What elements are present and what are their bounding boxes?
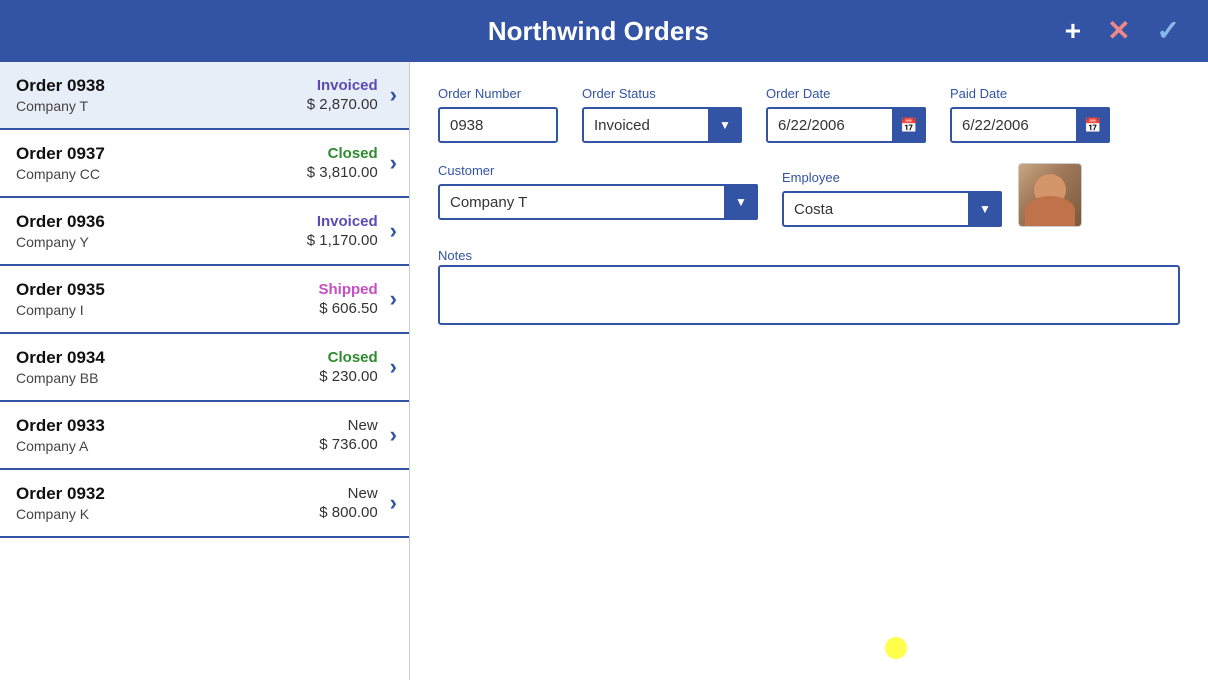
notes-section: Notes <box>438 247 1180 330</box>
order-status: Shipped <box>319 281 378 298</box>
notes-input[interactable] <box>438 265 1180 325</box>
order-info: Order 0935 Company I <box>16 280 319 318</box>
order-company: Company A <box>16 438 319 454</box>
close-button[interactable]: ✕ <box>1099 13 1138 49</box>
employee-group: Employee Costa Smith Johnson <box>782 170 1002 227</box>
order-company: Company BB <box>16 370 319 386</box>
chevron-right-icon: › <box>390 422 397 448</box>
order-name: Order 0937 <box>16 144 307 164</box>
add-button[interactable]: + <box>1057 13 1089 49</box>
order-right: New $ 800.00 <box>319 485 377 521</box>
order-amount: $ 3,810.00 <box>307 164 378 181</box>
order-status-select[interactable]: Invoiced New Shipped Closed <box>582 107 742 143</box>
employee-select[interactable]: Costa Smith Johnson <box>782 191 1002 227</box>
order-info: Order 0933 Company A <box>16 416 319 454</box>
cursor-indicator <box>885 637 907 659</box>
order-status: Invoiced <box>317 77 378 94</box>
order-company: Company K <box>16 506 319 522</box>
app-container: Northwind Orders + ✕ ✓ Order 0938 Compan… <box>0 0 1208 680</box>
order-right: Shipped $ 606.50 <box>319 281 378 317</box>
order-date-calendar-icon[interactable]: 📅 <box>892 107 926 143</box>
app-header: Northwind Orders + ✕ ✓ <box>0 0 1208 62</box>
customer-label: Customer <box>438 163 758 178</box>
chevron-right-icon: › <box>390 354 397 380</box>
order-number-label: Order Number <box>438 86 558 101</box>
order-number-group: Order Number <box>438 86 558 143</box>
customer-select[interactable]: Company T Company CC Company Y Company I… <box>438 184 758 220</box>
order-info: Order 0937 Company CC <box>16 144 307 182</box>
customer-wrapper: Company T Company CC Company Y Company I… <box>438 184 758 220</box>
main-content: Order 0938 Company T Invoiced $ 2,870.00… <box>0 62 1208 680</box>
notes-label: Notes <box>438 248 472 263</box>
order-amount: $ 230.00 <box>319 368 377 385</box>
order-name: Order 0936 <box>16 212 307 232</box>
order-company: Company CC <box>16 166 307 182</box>
order-right: New $ 736.00 <box>319 417 377 453</box>
order-status: New <box>348 417 378 434</box>
paid-date-group: Paid Date 📅 <box>950 86 1110 143</box>
order-name: Order 0933 <box>16 416 319 436</box>
order-list: Order 0938 Company T Invoiced $ 2,870.00… <box>0 62 410 680</box>
list-item[interactable]: Order 0933 Company A New $ 736.00 › <box>0 402 409 470</box>
chevron-right-icon: › <box>390 150 397 176</box>
order-amount: $ 1,170.00 <box>307 232 378 249</box>
list-item[interactable]: Order 0934 Company BB Closed $ 230.00 › <box>0 334 409 402</box>
order-status: Closed <box>328 145 378 162</box>
order-company: Company I <box>16 302 319 318</box>
header-actions: + ✕ ✓ <box>1057 13 1188 49</box>
order-status: Closed <box>328 349 378 366</box>
order-status: Invoiced <box>317 213 378 230</box>
order-name: Order 0938 <box>16 76 307 96</box>
order-status: New <box>348 485 378 502</box>
chevron-right-icon: › <box>390 218 397 244</box>
confirm-button[interactable]: ✓ <box>1149 13 1188 49</box>
order-info: Order 0934 Company BB <box>16 348 319 386</box>
order-right: Closed $ 3,810.00 <box>307 145 378 181</box>
order-date-group: Order Date 📅 <box>766 86 926 143</box>
chevron-right-icon: › <box>390 490 397 516</box>
order-amount: $ 800.00 <box>319 504 377 521</box>
paid-date-label: Paid Date <box>950 86 1110 101</box>
order-number-input[interactable] <box>438 107 558 143</box>
order-name: Order 0934 <box>16 348 319 368</box>
order-status-label: Order Status <box>582 86 742 101</box>
order-company: Company Y <box>16 234 307 250</box>
detail-row-1: Order Number Order Status Invoiced New S… <box>438 86 1180 143</box>
order-info: Order 0932 Company K <box>16 484 319 522</box>
employee-label: Employee <box>782 170 1002 185</box>
order-detail: Order Number Order Status Invoiced New S… <box>410 62 1208 680</box>
list-item[interactable]: Order 0935 Company I Shipped $ 606.50 › <box>0 266 409 334</box>
detail-row-2: Customer Company T Company CC Company Y … <box>438 163 1180 227</box>
order-date-label: Order Date <box>766 86 926 101</box>
order-name: Order 0932 <box>16 484 319 504</box>
order-company: Company T <box>16 98 307 114</box>
app-title: Northwind Orders <box>140 16 1057 47</box>
order-status-group: Order Status Invoiced New Shipped Closed <box>582 86 742 143</box>
order-date-wrapper: 📅 <box>766 107 926 143</box>
order-right: Invoiced $ 2,870.00 <box>307 77 378 113</box>
order-amount: $ 2,870.00 <box>307 96 378 113</box>
chevron-right-icon: › <box>390 286 397 312</box>
list-item[interactable]: Order 0937 Company CC Closed $ 3,810.00 … <box>0 130 409 198</box>
order-amount: $ 606.50 <box>319 300 377 317</box>
paid-date-wrapper: 📅 <box>950 107 1110 143</box>
employee-wrapper: Costa Smith Johnson <box>782 191 1002 227</box>
list-item[interactable]: Order 0932 Company K New $ 800.00 › <box>0 470 409 538</box>
customer-group: Customer Company T Company CC Company Y … <box>438 163 758 227</box>
order-info: Order 0936 Company Y <box>16 212 307 250</box>
list-item[interactable]: Order 0938 Company T Invoiced $ 2,870.00… <box>0 62 409 130</box>
order-name: Order 0935 <box>16 280 319 300</box>
list-item[interactable]: Order 0936 Company Y Invoiced $ 1,170.00… <box>0 198 409 266</box>
order-right: Closed $ 230.00 <box>319 349 377 385</box>
order-amount: $ 736.00 <box>319 436 377 453</box>
order-info: Order 0938 Company T <box>16 76 307 114</box>
employee-photo <box>1018 163 1082 227</box>
order-right: Invoiced $ 1,170.00 <box>307 213 378 249</box>
employee-row: Employee Costa Smith Johnson <box>782 163 1082 227</box>
chevron-right-icon: › <box>390 82 397 108</box>
paid-date-calendar-icon[interactable]: 📅 <box>1076 107 1110 143</box>
order-status-wrapper: Invoiced New Shipped Closed <box>582 107 742 143</box>
